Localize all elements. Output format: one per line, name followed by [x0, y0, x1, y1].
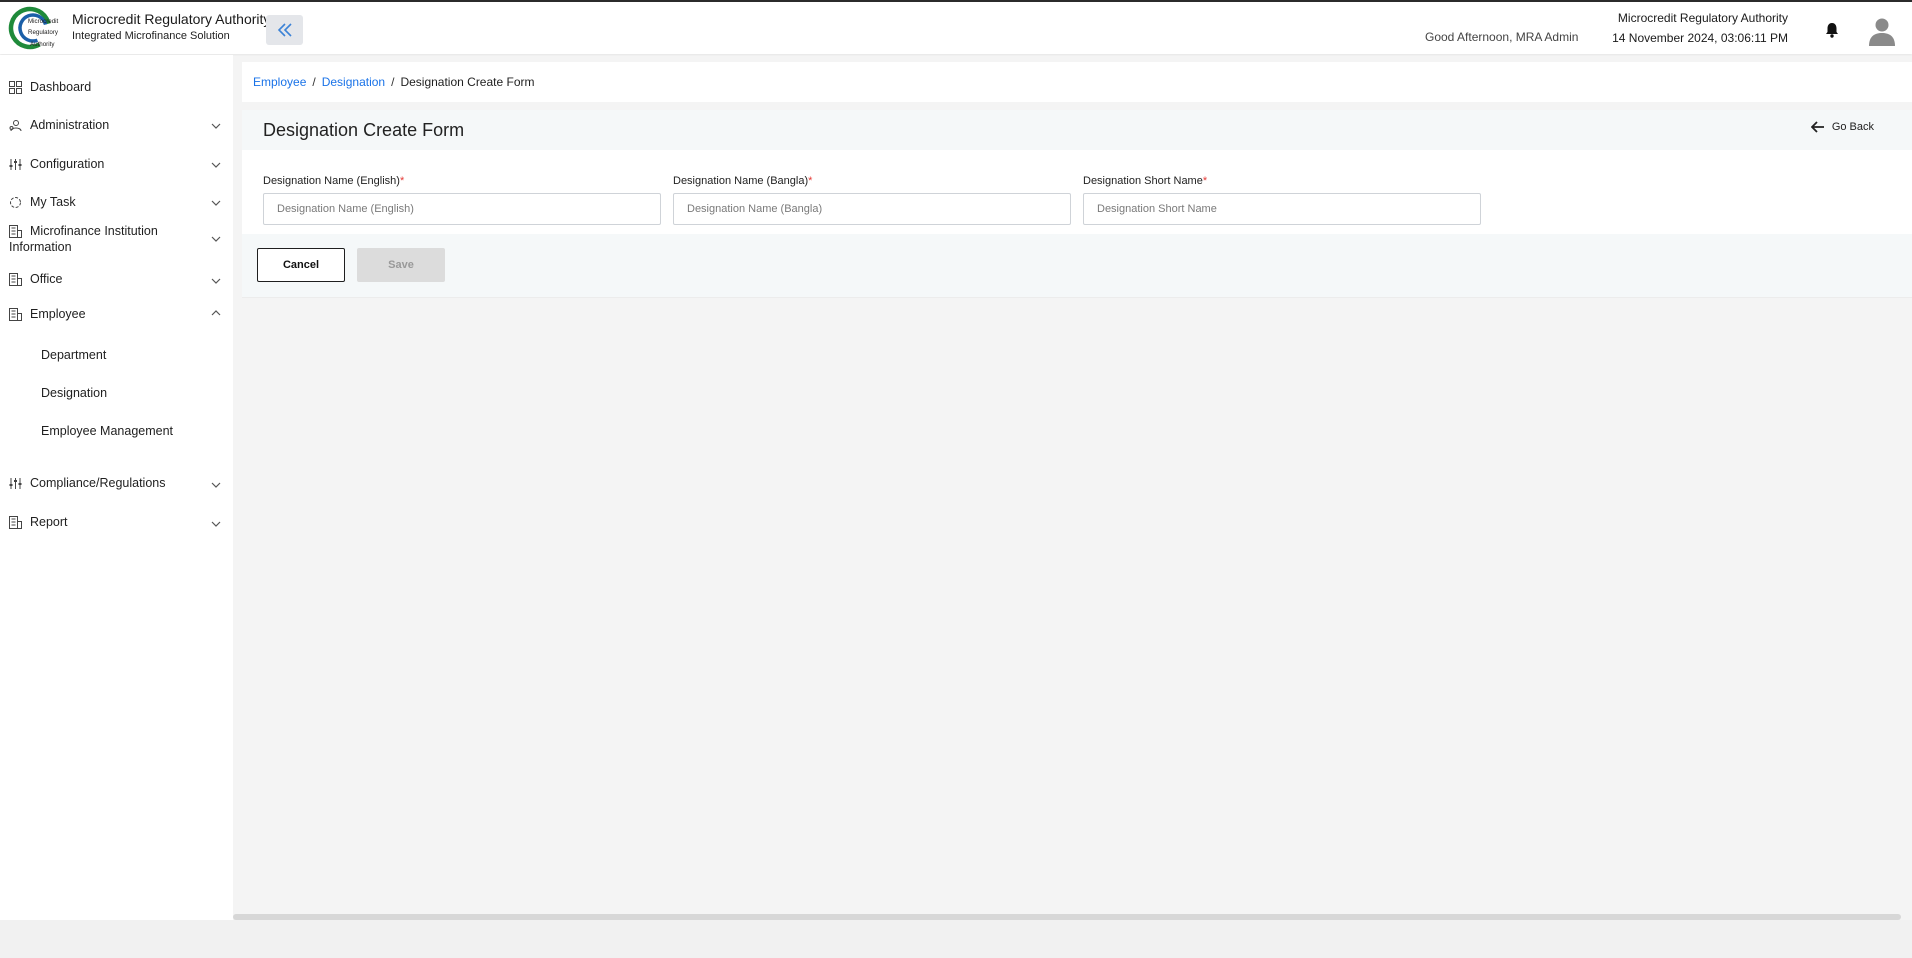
chevron-down-icon: [211, 162, 221, 168]
sidebar-label-employee: Employee: [30, 307, 86, 321]
sidebar-label-my-task: My Task: [30, 195, 76, 209]
logo-text-2: Regulatory: [28, 29, 59, 36]
required-mark: *: [808, 175, 813, 187]
chevron-down-icon: [211, 200, 221, 206]
grid-icon: [9, 81, 22, 94]
sidebar-item-report[interactable]: Report: [0, 514, 233, 532]
building-icon: [9, 273, 22, 286]
sliders-icon: [9, 478, 22, 489]
top-header: Microcredit Regulatory Authority Microcr…: [0, 0, 1912, 54]
org-name: Microcredit Regulatory Authority: [1617, 11, 1788, 25]
form-actions: Cancel Save: [242, 234, 1912, 298]
breadcrumb-separator: /: [312, 75, 316, 89]
designation-name-bangla-input[interactable]: [673, 193, 1071, 225]
breadcrumb-current: Designation Create Form: [400, 75, 535, 89]
form-body: Designation Name (English)* Designation …: [242, 150, 1912, 234]
chevron-down-icon: [211, 236, 221, 242]
user-avatar-icon[interactable]: [1868, 16, 1896, 46]
field-designation-name-bangla: Designation Name (Bangla)*: [673, 175, 1071, 225]
sidebar-item-administration[interactable]: Administration: [0, 117, 233, 135]
chevron-down-icon: [211, 521, 221, 527]
sidebar-label-compliance: Compliance/Regulations: [30, 476, 166, 490]
required-mark: *: [1202, 175, 1208, 187]
notification-bell-icon[interactable]: [1823, 21, 1841, 39]
sliders-icon: [9, 159, 22, 170]
sidebar-label-administration: Administration: [30, 118, 110, 132]
chevron-down-icon: [211, 123, 221, 129]
sidebar-item-employee[interactable]: Employee: [0, 306, 233, 324]
greeting-text: Good Afternoon, MRA Admin: [1425, 30, 1579, 44]
bottom-strip: [0, 920, 1912, 958]
sidebar-label-configuration: Configuration: [30, 157, 105, 171]
field-designation-name-english: Designation Name (English)*: [263, 175, 661, 225]
sidebar-label-dashboard: Dashboard: [30, 80, 92, 94]
page-title: Designation Create Form: [263, 120, 465, 140]
breadcrumb-separator: /: [391, 75, 395, 89]
sidebar-label-report: Report: [30, 515, 68, 529]
sidebar-label-microfinance-institution: Microfinance Institution Information: [9, 224, 158, 254]
go-back-label: Go Back: [1831, 121, 1874, 133]
building-icon: [9, 308, 22, 321]
spinner-icon: [10, 197, 21, 208]
sidebar-item-office[interactable]: Office: [0, 271, 233, 289]
logo-text-3: Authority: [30, 41, 55, 48]
chevron-down-icon: [211, 278, 221, 284]
field-designation-short-name: Designation Short Name*: [1083, 175, 1481, 225]
field-label: Designation Name (Bangla): [673, 175, 809, 187]
brand-title: Microcredit Regulatory Authority: [72, 11, 271, 27]
designation-name-english-input[interactable]: [263, 193, 661, 225]
sidebar-item-compliance[interactable]: Compliance/Regulations: [0, 475, 233, 493]
save-button[interactable]: Save: [357, 248, 445, 282]
chevron-down-icon: [211, 482, 221, 488]
designation-short-name-input[interactable]: [1083, 193, 1481, 225]
sidebar-item-microfinance-institution[interactable]: Microfinance Institution Information: [0, 223, 233, 257]
go-back-button[interactable]: Go Back: [1810, 121, 1874, 133]
sidebar-subitem-employee-management[interactable]: Employee Management: [41, 424, 173, 438]
brand-subtitle: Integrated Microfinance Solution: [72, 30, 230, 42]
field-label: Designation Name (English): [263, 175, 400, 187]
arrow-left-icon: [1810, 121, 1824, 133]
mra-logo: Microcredit Regulatory Authority: [6, 6, 64, 50]
double-chevron-left-icon: [277, 23, 292, 37]
sidebar-subitem-designation[interactable]: Designation: [41, 386, 107, 400]
required-mark: *: [399, 175, 405, 187]
breadcrumb-link-employee[interactable]: Employee: [253, 75, 306, 89]
breadcrumb-link-designation[interactable]: Designation: [322, 75, 385, 89]
current-datetime: 14 November 2024, 03:06:11 PM: [1612, 31, 1788, 45]
chevron-up-icon: [211, 310, 221, 316]
users-icon: [9, 120, 22, 132]
sidebar-item-dashboard[interactable]: Dashboard: [0, 79, 233, 97]
form-header: Designation Create Form Go Back: [242, 110, 1912, 150]
building-icon: [9, 516, 22, 529]
collapse-sidebar-button[interactable]: [266, 15, 303, 45]
breadcrumb: Employee / Designation / Designation Cre…: [242, 62, 1912, 102]
field-label: Designation Short Name: [1083, 175, 1203, 187]
cancel-button[interactable]: Cancel: [257, 248, 345, 282]
logo-text-1: Microcredit: [28, 18, 59, 25]
sidebar-item-my-task[interactable]: My Task: [0, 194, 233, 212]
sidebar-item-configuration[interactable]: Configuration: [0, 156, 233, 174]
sidebar-subitem-department[interactable]: Department: [41, 348, 106, 362]
sidebar-label-office: Office: [30, 272, 63, 286]
sidebar: Dashboard Administration Configuration M…: [0, 55, 233, 920]
